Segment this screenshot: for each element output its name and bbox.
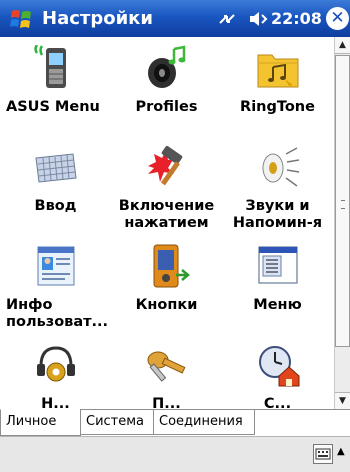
- windows-flag-icon[interactable]: [9, 7, 35, 31]
- settings-item-label: ASUS Menu: [6, 99, 100, 115]
- close-button[interactable]: ✕: [326, 7, 349, 30]
- keyboard-icon: [315, 448, 331, 460]
- clock[interactable]: 22:08: [271, 9, 322, 29]
- settings-item-label: Кнопки: [135, 297, 198, 313]
- settings-item-buttons[interactable]: Кнопки: [111, 233, 222, 332]
- menu-bar: ▲: [0, 436, 350, 472]
- settings-item-menus[interactable]: Меню: [222, 233, 333, 332]
- buttons-device-icon: [153, 244, 190, 288]
- title-bar: Настройки 22:08 ✕: [0, 0, 350, 37]
- tab-connections[interactable]: Соединения: [153, 409, 255, 435]
- settings-item-label: Меню: [253, 297, 302, 313]
- keys-icon: [147, 351, 185, 382]
- close-icon: ✕: [330, 8, 345, 28]
- settings-item-asus-menu[interactable]: ASUS Menu: [0, 37, 111, 134]
- vertical-scrollbar[interactable]: ▲ ▼: [334, 37, 350, 409]
- settings-item-label: Включение нажатием: [118, 198, 215, 231]
- scroll-down-button[interactable]: ▼: [335, 392, 350, 409]
- settings-grid: ASUS Menu Profiles RingTone Ввод Включен…: [0, 37, 334, 409]
- keyboard-icon: [34, 153, 77, 183]
- input-panel-button[interactable]: [313, 444, 333, 464]
- tab-personal[interactable]: Личное: [0, 409, 81, 436]
- connectivity-icon[interactable]: [216, 9, 238, 29]
- tab-system[interactable]: Система: [80, 409, 154, 435]
- settings-item-label: С...: [263, 396, 292, 409]
- settings-item-sounds[interactable]: Звуки и Напомин-я: [222, 134, 333, 233]
- settings-item-ringtone[interactable]: RingTone: [222, 37, 333, 134]
- settings-item-input[interactable]: Ввод: [0, 134, 111, 233]
- settings-item-label: RingTone: [240, 99, 315, 115]
- settings-content: ASUS Menu Profiles RingTone Ввод Включен…: [0, 37, 334, 409]
- settings-item-label: Profiles: [135, 99, 198, 115]
- settings-item-label: П...: [152, 396, 181, 409]
- settings-item-owner-info[interactable]: Инфо пользоват...: [0, 233, 111, 332]
- settings-item-label: Н...: [41, 396, 70, 409]
- settings-item-today[interactable]: С...: [222, 332, 333, 409]
- menu-window-icon: [258, 246, 297, 284]
- ringtone-folder-icon: [257, 54, 298, 88]
- owner-info-icon: [37, 246, 74, 286]
- settings-item-label: Звуки и Напомин-я: [232, 198, 323, 231]
- tab-strip: Личное Система Соединения: [0, 409, 350, 436]
- settings-item-keys[interactable]: П...: [111, 332, 222, 409]
- gear-headset-icon: [36, 346, 75, 382]
- settings-item-tap-enable[interactable]: Включение нажатием: [111, 134, 222, 233]
- volume-icon[interactable]: [248, 9, 270, 29]
- settings-item-profiles[interactable]: Profiles: [111, 37, 222, 134]
- speaker-music-icon: [147, 45, 185, 88]
- input-panel-arrow-icon[interactable]: ▲: [337, 446, 345, 457]
- hammer-icon: [147, 145, 182, 186]
- window-title[interactable]: Настройки: [42, 8, 153, 30]
- settings-item-label: Ввод: [34, 198, 77, 214]
- scroll-thumb[interactable]: [335, 55, 350, 347]
- today-clock-house-icon: [258, 346, 299, 387]
- settings-item-gear-headset[interactable]: Н...: [0, 332, 111, 409]
- scroll-grip-icon: [341, 200, 345, 209]
- settings-item-label: Инфо пользоват...: [6, 297, 109, 330]
- asus-phone-icon: [33, 45, 66, 88]
- sounds-speaker-icon: [262, 147, 299, 187]
- scroll-up-button[interactable]: ▲: [335, 37, 350, 54]
